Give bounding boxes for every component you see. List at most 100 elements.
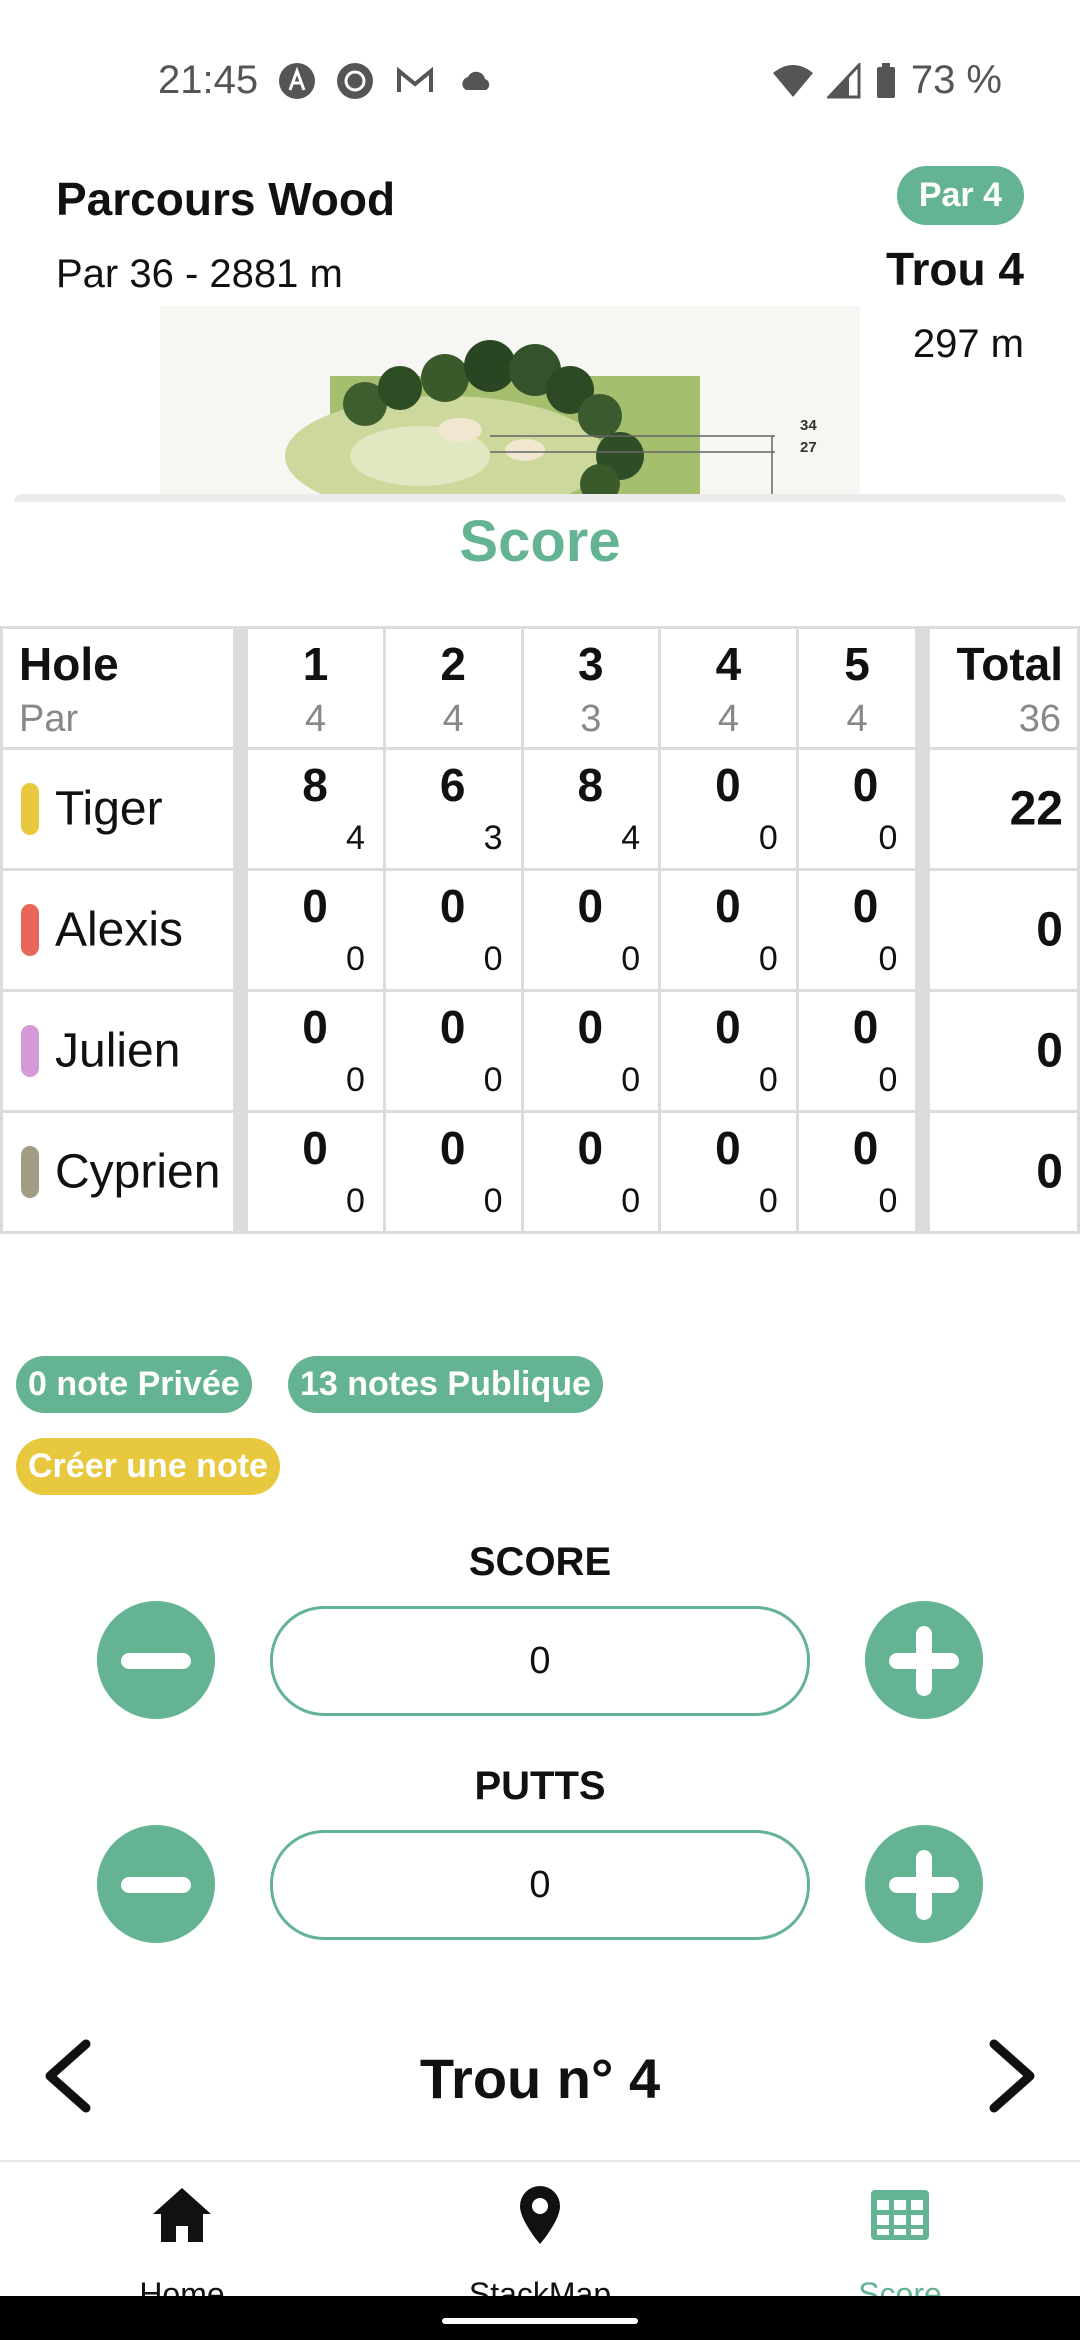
player-color-swatch [21,1146,39,1198]
hole-par: 4 [442,698,464,740]
score-cell[interactable]: 00 [245,1110,386,1234]
home-icon [153,2188,211,2242]
cloud-icon [462,71,490,90]
putts-value: 3 [483,819,503,857]
score-cell[interactable]: 00 [658,747,799,871]
minus-icon [121,1653,191,1669]
putts-value: 0 [758,1182,778,1220]
score-cell[interactable]: 84 [245,747,386,871]
score-cell[interactable]: 00 [658,868,799,992]
header-cell: Hole Par [0,626,237,750]
putts-value: 0 [483,940,503,978]
score-value: 0 [302,1122,328,1174]
score-input-field[interactable]: 0 [270,1606,810,1716]
score-cell[interactable]: 00 [795,747,919,871]
tab-score[interactable]: Score [750,2162,1050,2312]
putts-value: 0 [345,1182,365,1220]
putts-value: 0 [758,1061,778,1099]
score-cell[interactable]: 63 [382,747,524,871]
column-separator [916,989,929,1113]
score-cell[interactable]: 00 [520,868,662,992]
hole-par: 4 [717,698,739,740]
hole-number: 5 [844,638,870,690]
hole-par: 3 [580,698,602,740]
tab-stackmap[interactable]: StackMap [390,2162,690,2312]
score-cell[interactable]: 00 [795,989,919,1113]
score-increment-button[interactable] [865,1601,983,1719]
putts-increment-button[interactable] [865,1825,983,1943]
scorecard-table: Hole Par 14 24 33 44 54 Total 36 Tiger 84… [0,626,1080,1234]
hole-column-5[interactable]: 54 [795,626,919,750]
score-value: 8 [302,759,328,811]
score-decrement-button[interactable] [97,1601,215,1719]
column-separator [234,868,247,992]
status-right: 73 % [772,58,1002,103]
score-cell[interactable]: 00 [382,989,524,1113]
map-marker-34: 34 [800,417,817,434]
hole-column-2[interactable]: 24 [382,626,524,750]
putts-value: 0 [621,1061,641,1099]
hole-number: 4 [715,638,742,690]
battery-percent: 73 % [910,58,1002,102]
player-total: 0 [1036,903,1063,957]
hole-column-1[interactable]: 14 [245,626,386,750]
player-cell: Alexis [0,868,237,992]
hole-column-3[interactable]: 33 [520,626,662,750]
map-pin-icon [520,2186,560,2244]
hole-par: 4 [846,698,868,740]
hole-column-4[interactable]: 44 [658,626,799,750]
score-cell[interactable]: 00 [795,868,919,992]
player-cell: Tiger [0,747,237,871]
hole-map-graphic: 34 27 [160,306,860,494]
chevron-right-icon [989,2039,1035,2113]
player-name: Alexis [55,903,184,957]
public-notes-button[interactable]: 13 notes Publique [288,1356,603,1413]
score-cell[interactable]: 00 [382,1110,524,1234]
home-indicator[interactable] [442,2318,638,2324]
score-section-title: Score [459,509,621,574]
column-separator [916,626,929,750]
course-name: Parcours Wood [56,173,396,225]
score-cell[interactable]: 00 [382,868,524,992]
score-cell[interactable]: 00 [520,989,662,1113]
total-cell: 0 [927,868,1080,992]
player-total: 0 [1036,1145,1063,1199]
putts-input-field[interactable]: 0 [270,1830,810,1940]
player-name: Tiger [55,782,163,836]
bottom-navigation: Home StackMap Score [0,2160,1080,2312]
putts-decrement-button[interactable] [97,1825,215,1943]
hole-map-image[interactable]: 34 27 [160,306,860,494]
score-value: 0 [577,1122,604,1174]
player-name: Julien [55,1024,181,1078]
putts-input-label: PUTTS [474,1764,606,1808]
create-note-button[interactable]: Créer une note [16,1438,280,1495]
score-cell[interactable]: 84 [520,747,662,871]
current-hole-title: Trou n° 4 [419,2047,661,2110]
tab-home[interactable]: Home [32,2162,332,2312]
score-cell[interactable]: 00 [245,989,386,1113]
column-separator [234,626,247,750]
score-cell[interactable]: 00 [245,868,386,992]
next-hole-button[interactable] [970,2036,1050,2116]
private-notes-button[interactable]: 0 note Privée [16,1356,252,1413]
player-color-swatch [21,904,39,956]
score-value: 0 [852,1122,879,1174]
player-name: Cyprien [55,1145,221,1199]
score-value: 0 [577,1001,604,1053]
total-cell: 22 [927,747,1080,871]
hole-number: 3 [578,638,604,690]
score-cell[interactable]: 00 [795,1110,919,1234]
player-row-alexis: Alexis 00 00 00 00 00 0 [0,868,1080,992]
score-cell[interactable]: 00 [658,1110,799,1234]
putts-value: 0 [621,1182,641,1220]
column-separator [234,989,247,1113]
hole-title: Trou 4 [885,243,1024,295]
total-cell: 0 [927,989,1080,1113]
course-info: Par 36 - 2881 m [56,252,343,296]
sheet-divider [14,494,1066,502]
score-cell[interactable]: 00 [520,1110,662,1234]
score-cell[interactable]: 00 [658,989,799,1113]
wifi-icon [772,64,813,97]
putts-value: 0 [878,819,898,857]
player-color-swatch [21,1025,39,1077]
